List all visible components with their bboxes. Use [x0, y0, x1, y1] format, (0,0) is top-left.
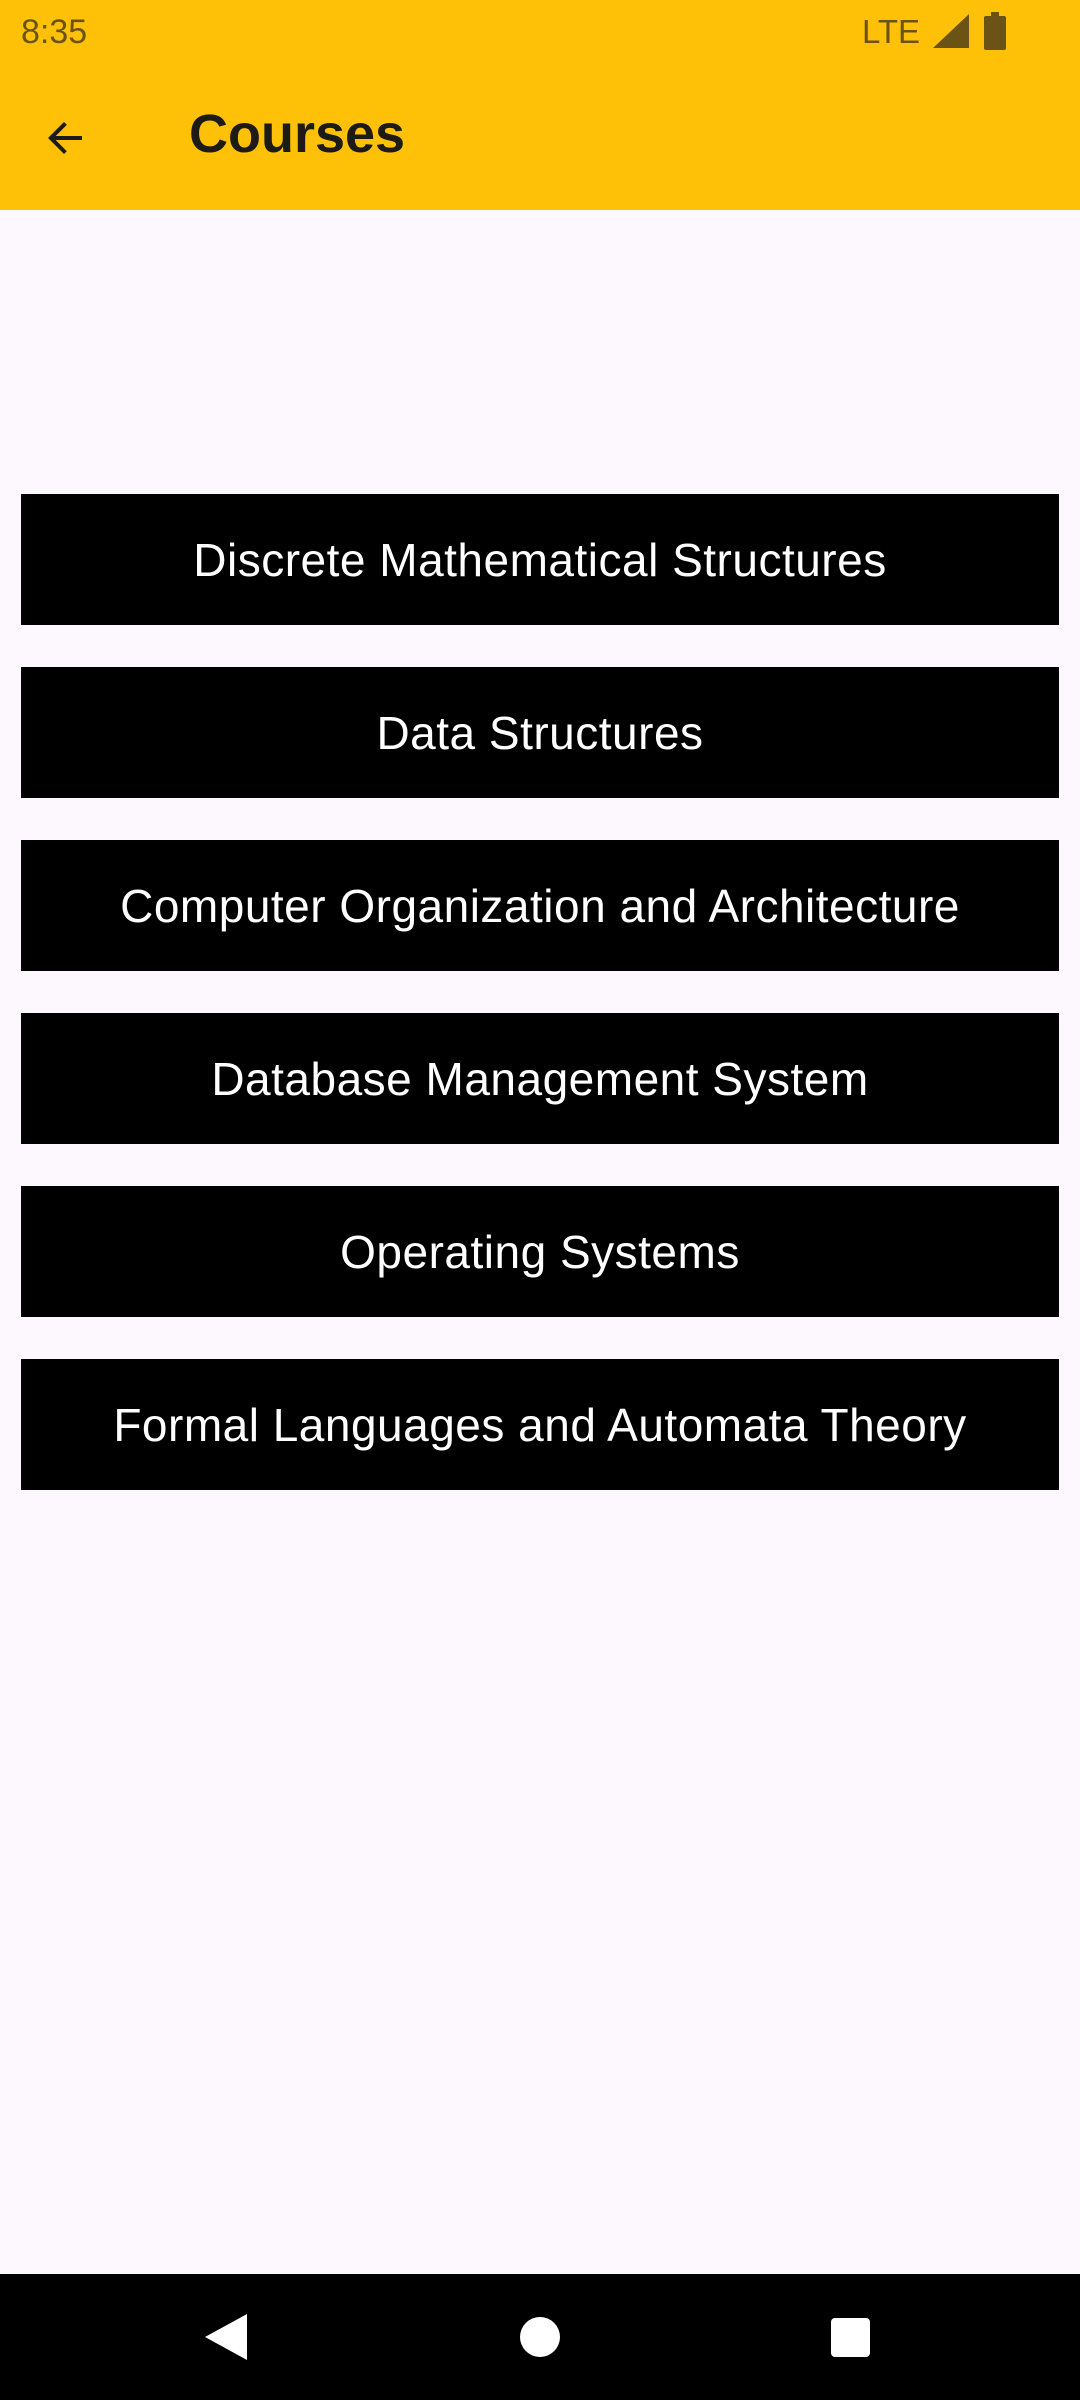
status-time: 8:35 [21, 13, 88, 51]
network-type: LTE [862, 13, 921, 50]
nav-recents-icon[interactable] [831, 2318, 870, 2357]
course-button-flat[interactable]: Formal Languages and Automata Theory [21, 1359, 1059, 1490]
navigation-bar [0, 2274, 1080, 2400]
course-list: Discrete Mathematical Structures Data St… [21, 494, 1059, 1532]
back-button[interactable] [26, 98, 106, 178]
course-button-operating-systems[interactable]: Operating Systems [21, 1186, 1059, 1317]
nav-home-icon[interactable] [520, 2317, 560, 2357]
signal-icon [933, 14, 969, 48]
course-button-computer-organization[interactable]: Computer Organization and Architecture [21, 840, 1059, 971]
app-bar: Courses [0, 64, 1080, 210]
course-button-discrete-math[interactable]: Discrete Mathematical Structures [21, 494, 1059, 625]
arrow-left-icon [48, 122, 82, 154]
page-title: Courses [189, 104, 406, 164]
status-bar: 8:35 LTE [0, 0, 1080, 64]
nav-back-icon[interactable] [205, 2314, 247, 2360]
course-button-dbms[interactable]: Database Management System [21, 1013, 1059, 1144]
course-button-data-structures[interactable]: Data Structures [21, 667, 1059, 798]
battery-icon [984, 12, 1006, 50]
